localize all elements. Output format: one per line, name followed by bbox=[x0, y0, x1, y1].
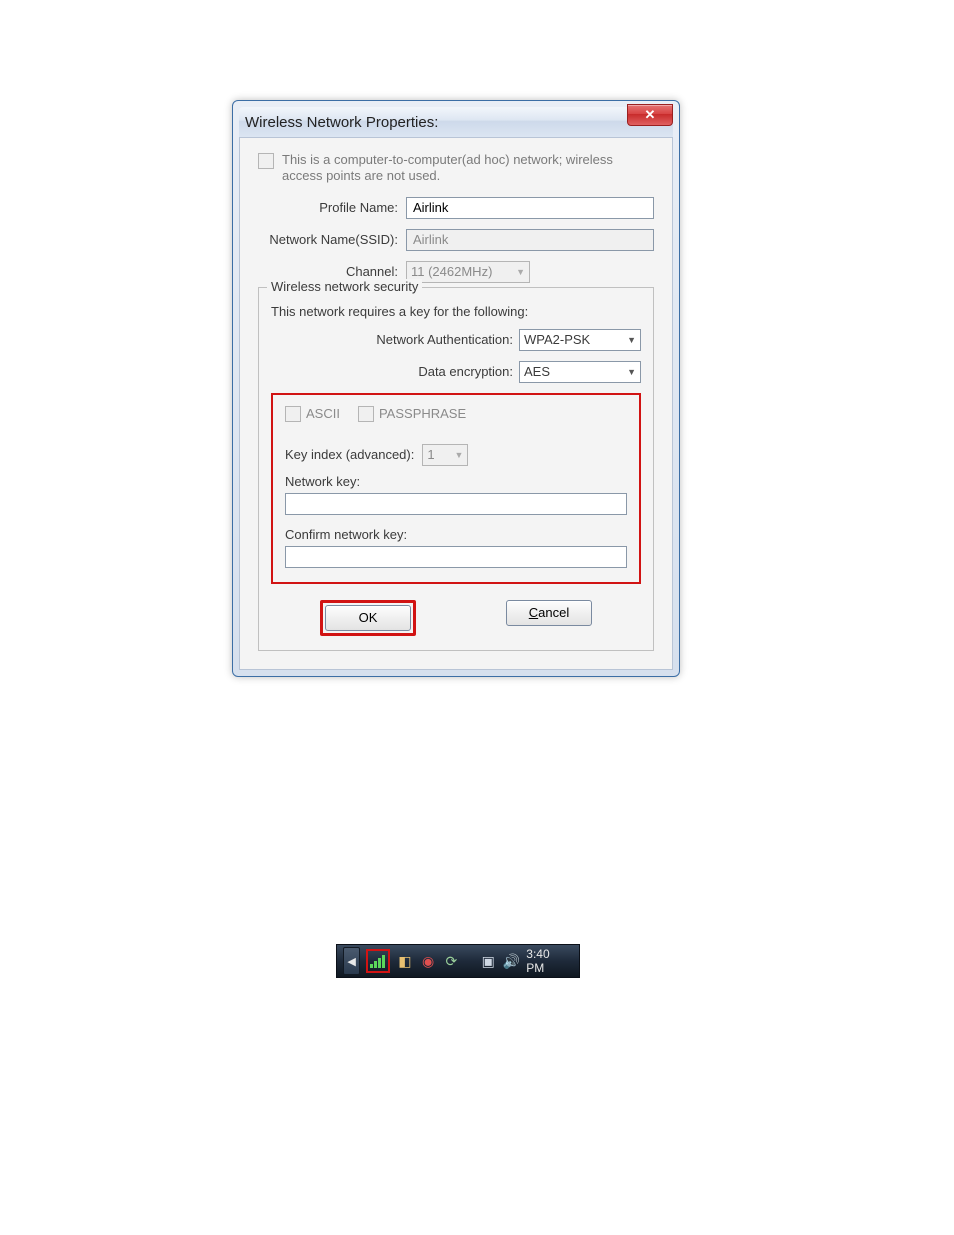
key-index-value: 1 bbox=[427, 447, 434, 462]
ssid-row: Network Name(SSID): bbox=[258, 229, 654, 251]
wifi-tray-highlight bbox=[366, 949, 390, 973]
profile-name-row: Profile Name: bbox=[258, 197, 654, 219]
adhoc-checkbox[interactable] bbox=[258, 153, 274, 169]
passphrase-checkbox[interactable] bbox=[358, 406, 374, 422]
profile-name-label: Profile Name: bbox=[258, 200, 406, 215]
titlebar[interactable]: Wireless Network Properties: ✕ bbox=[239, 107, 673, 137]
wireless-properties-dialog: Wireless Network Properties: ✕ This is a… bbox=[232, 100, 680, 677]
key-index-row: Key index (advanced): 1 ▼ bbox=[285, 444, 627, 466]
chevron-down-icon: ▼ bbox=[627, 367, 636, 377]
wifi-signal-icon[interactable] bbox=[369, 952, 387, 970]
network-key-input[interactable] bbox=[285, 493, 627, 515]
channel-combo: 11 (2462MHz) ▼ bbox=[406, 261, 530, 283]
dialog-title: Wireless Network Properties: bbox=[245, 114, 438, 131]
cancel-button[interactable]: Cancel bbox=[506, 600, 592, 626]
channel-label: Channel: bbox=[258, 264, 406, 279]
ascii-option[interactable]: ASCII bbox=[285, 405, 340, 422]
system-tray: ◀ ◧ ◉ ⟳ ▣ 🔊 3:40 PM bbox=[336, 944, 580, 978]
auth-row: Network Authentication: WPA2-PSK ▼ bbox=[271, 329, 641, 351]
chevron-down-icon: ▼ bbox=[627, 335, 636, 345]
tray-app-icon[interactable]: ◧ bbox=[396, 952, 413, 970]
ok-label: OK bbox=[359, 610, 378, 625]
encryption-value: AES bbox=[524, 364, 550, 379]
chevron-down-icon: ▼ bbox=[454, 450, 463, 460]
encryption-row: Data encryption: AES ▼ bbox=[271, 361, 641, 383]
chevron-left-icon: ◀ bbox=[347, 955, 355, 968]
auth-label: Network Authentication: bbox=[376, 332, 519, 347]
confirm-key-label: Confirm network key: bbox=[285, 527, 627, 542]
auth-combo[interactable]: WPA2-PSK ▼ bbox=[519, 329, 641, 351]
security-fieldset: Wireless network security This network r… bbox=[258, 287, 654, 651]
tray-expand-button[interactable]: ◀ bbox=[343, 947, 360, 975]
close-button[interactable]: ✕ bbox=[627, 104, 673, 126]
close-icon: ✕ bbox=[645, 107, 656, 123]
dialog-button-row: OK Cancel bbox=[271, 600, 641, 636]
channel-value: 11 (2462MHz) bbox=[411, 264, 492, 279]
adhoc-row: This is a computer-to-computer(ad hoc) n… bbox=[258, 152, 654, 185]
encryption-label: Data encryption: bbox=[418, 364, 519, 379]
adhoc-label: This is a computer-to-computer(ad hoc) n… bbox=[282, 152, 654, 185]
passphrase-label: PASSPHRASE bbox=[379, 406, 466, 421]
profile-name-input[interactable] bbox=[406, 197, 654, 219]
chevron-down-icon: ▼ bbox=[516, 267, 525, 277]
volume-icon[interactable]: 🔊 bbox=[503, 952, 520, 970]
security-shield-icon[interactable]: ◉ bbox=[420, 952, 437, 970]
network-icon[interactable]: ▣ bbox=[480, 952, 497, 970]
passphrase-option[interactable]: PASSPHRASE bbox=[358, 405, 466, 422]
ascii-label: ASCII bbox=[306, 406, 340, 421]
dialog-client-area: This is a computer-to-computer(ad hoc) n… bbox=[239, 137, 673, 670]
cancel-label: Cancel bbox=[529, 605, 569, 620]
key-entry-highlight-box: ASCII PASSPHRASE Key index (advanced): 1… bbox=[271, 393, 641, 584]
auth-value: WPA2-PSK bbox=[524, 332, 590, 347]
network-key-label: Network key: bbox=[285, 474, 627, 489]
update-icon[interactable]: ⟳ bbox=[443, 952, 460, 970]
security-note: This network requires a key for the foll… bbox=[271, 304, 641, 319]
ok-highlight-box: OK bbox=[320, 600, 416, 636]
key-format-row: ASCII PASSPHRASE bbox=[285, 405, 627, 422]
ok-button[interactable]: OK bbox=[325, 605, 411, 631]
security-legend: Wireless network security bbox=[267, 279, 422, 294]
tray-clock[interactable]: 3:40 PM bbox=[526, 947, 573, 975]
ssid-input bbox=[406, 229, 654, 251]
key-index-label: Key index (advanced): bbox=[285, 447, 414, 462]
ssid-label: Network Name(SSID): bbox=[258, 232, 406, 247]
confirm-key-input[interactable] bbox=[285, 546, 627, 568]
key-index-combo: 1 ▼ bbox=[422, 444, 468, 466]
ascii-checkbox[interactable] bbox=[285, 406, 301, 422]
encryption-combo[interactable]: AES ▼ bbox=[519, 361, 641, 383]
